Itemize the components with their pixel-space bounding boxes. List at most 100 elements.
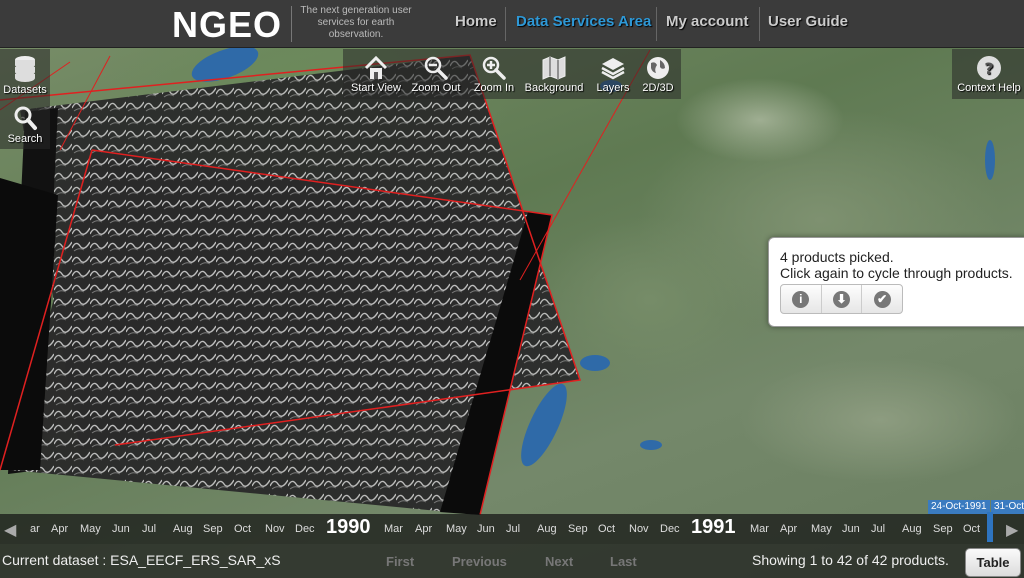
current-dataset-label: Current dataset : ESA_EECF_ERS_SAR_xS xyxy=(2,552,281,568)
download-icon: ⬇ xyxy=(833,290,850,308)
timeline-month: Mar xyxy=(750,523,769,535)
nav-my-account[interactable]: My account xyxy=(666,13,749,30)
pager-next-button[interactable]: Next xyxy=(545,554,573,569)
timeline-month: Jun xyxy=(842,523,860,535)
search-button[interactable]: Search xyxy=(2,104,48,145)
timeline-year: 1990 xyxy=(326,516,371,538)
timeline-month: Jun xyxy=(477,523,495,535)
datasets-label: Datasets xyxy=(3,84,47,96)
timeline-month: Dec xyxy=(660,523,680,535)
timeline-range-end-label: 31-Oct xyxy=(991,500,1024,514)
popup-message-count: 4 products picked. xyxy=(780,249,894,265)
context-help-button[interactable]: ? Context Help xyxy=(954,55,1024,94)
left-toolbar: Datasets Search xyxy=(0,49,50,149)
timeline-month: Aug xyxy=(902,523,922,535)
zoom-out-label: Zoom Out xyxy=(411,82,461,94)
layers-label: Layers xyxy=(596,82,630,94)
info-icon: i xyxy=(792,290,810,308)
picked-products-popup: 4 products picked. Click again to cycle … xyxy=(768,237,1024,327)
zoom-in-icon xyxy=(482,56,506,80)
svg-text:?: ? xyxy=(984,59,993,78)
timeline-month: Jul xyxy=(871,523,886,535)
pager-first-button[interactable]: First xyxy=(386,554,414,569)
top-navigation-bar: NGEO The next generation user services f… xyxy=(0,0,1024,48)
lake xyxy=(580,355,610,371)
map-icon xyxy=(542,56,566,80)
background-button[interactable]: Background xyxy=(523,55,585,94)
timeline-selection-handle[interactable] xyxy=(987,512,993,542)
sar-image-back xyxy=(20,55,580,450)
timeline-month: Apr xyxy=(51,523,69,535)
search-label: Search xyxy=(7,133,43,145)
time-slider[interactable]: ◀ ar Apr May Jun Jul Aug Sep Oct Nov Dec… xyxy=(0,500,1024,544)
timeline-month: Jun xyxy=(112,523,130,535)
nav-user-guide[interactable]: User Guide xyxy=(768,13,848,30)
datasets-button[interactable]: Datasets xyxy=(2,55,48,96)
context-help-label: Context Help xyxy=(957,82,1021,94)
toggle-2d-3d-label: 2D/3D xyxy=(642,82,674,94)
timeline-month: Oct xyxy=(234,523,252,535)
pager-last-button[interactable]: Last xyxy=(610,554,637,569)
layers-button[interactable]: Layers xyxy=(591,55,635,94)
timeline-month: Jul xyxy=(142,523,157,535)
timeline-right-arrow-icon[interactable]: ▶ xyxy=(1006,520,1018,540)
timeline-month: May xyxy=(80,523,101,535)
start-view-label: Start View xyxy=(351,82,401,94)
zoom-in-button[interactable]: Zoom In xyxy=(469,55,519,94)
timeline-month: May xyxy=(446,523,467,535)
divider xyxy=(291,6,292,42)
search-icon xyxy=(14,106,37,130)
timeline-month: Nov xyxy=(629,523,649,535)
help-toolbar: ? Context Help xyxy=(952,49,1024,99)
timeline-month: Sep xyxy=(568,523,588,535)
timeline-year: 1991 xyxy=(691,516,736,538)
timeline-month: Dec xyxy=(295,523,315,535)
layers-icon xyxy=(601,58,625,80)
lake xyxy=(985,140,995,180)
popup-button-group: i ⬇ ✔ xyxy=(780,284,903,314)
app-tagline: The next generation user services for ea… xyxy=(300,5,412,40)
app-logo[interactable]: NGEO xyxy=(172,4,282,46)
map-toolbar: Start View Zoom Out Zoom In Background L… xyxy=(343,49,681,99)
timeline-month: Jul xyxy=(506,523,521,535)
nav-home[interactable]: Home xyxy=(455,13,497,30)
timeline-month: Mar xyxy=(384,523,403,535)
timeline-range-start-label: 24-Oct-1991 xyxy=(928,500,990,514)
sar-image-front xyxy=(10,150,552,515)
timeline-month: May xyxy=(811,523,832,535)
home-icon xyxy=(364,55,388,79)
nav-data-services-area[interactable]: Data Services Area xyxy=(516,13,651,30)
timeline-month: Apr xyxy=(415,523,433,535)
divider xyxy=(759,7,760,41)
timeline-month: Aug xyxy=(537,523,557,535)
timeline-month: Sep xyxy=(933,523,953,535)
database-icon xyxy=(15,56,35,82)
timeline-month: ar xyxy=(30,523,40,535)
divider xyxy=(656,7,657,41)
lake xyxy=(512,378,576,472)
popup-message-hint: Click again to cycle through products. xyxy=(780,265,1013,281)
globe-icon xyxy=(647,57,669,79)
timeline-month: Apr xyxy=(780,523,798,535)
zoom-out-icon xyxy=(424,56,448,80)
product-info-button[interactable]: i xyxy=(781,285,822,313)
timeline-month: Aug xyxy=(173,523,193,535)
timeline-left-arrow-icon[interactable]: ◀ xyxy=(4,520,16,540)
table-toggle-button[interactable]: Table xyxy=(965,548,1021,577)
divider xyxy=(505,7,506,41)
timeline-month: Oct xyxy=(963,523,981,535)
zoom-in-label: Zoom In xyxy=(473,82,515,94)
background-label: Background xyxy=(524,82,584,94)
help-icon: ? xyxy=(977,56,1001,80)
pager-previous-button[interactable]: Previous xyxy=(452,554,507,569)
lake xyxy=(640,440,662,450)
toggle-2d-3d-button[interactable]: 2D/3D xyxy=(639,55,677,94)
product-download-button[interactable]: ⬇ xyxy=(822,285,863,313)
zoom-out-button[interactable]: Zoom Out xyxy=(409,55,463,94)
timeline-month: Sep xyxy=(203,523,223,535)
status-bar: Current dataset : ESA_EECF_ERS_SAR_xS Fi… xyxy=(0,544,1024,578)
timeline-month: Oct xyxy=(598,523,616,535)
check-icon: ✔ xyxy=(873,290,891,308)
product-select-button[interactable]: ✔ xyxy=(862,285,902,313)
start-view-button[interactable]: Start View xyxy=(349,55,403,94)
